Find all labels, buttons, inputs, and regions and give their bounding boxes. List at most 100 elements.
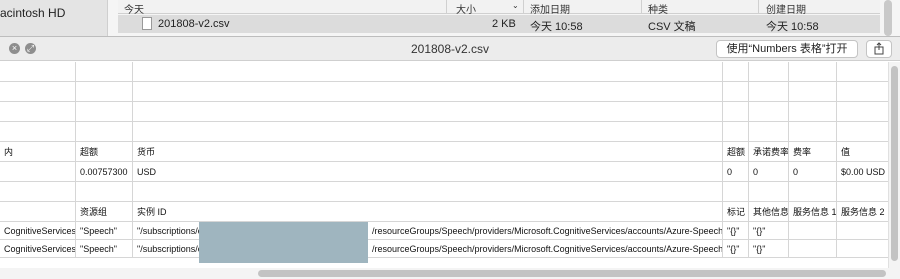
- table-cell[interactable]: [132, 82, 722, 101]
- table-cell[interactable]: 资源组: [75, 202, 132, 221]
- finder-scrollbar[interactable]: [884, 0, 892, 36]
- table-cell[interactable]: [748, 62, 788, 81]
- table-cell[interactable]: [132, 122, 722, 141]
- table-cell[interactable]: 实例 ID: [132, 202, 722, 221]
- table-cell[interactable]: [836, 122, 888, 141]
- table-cell[interactable]: [0, 82, 75, 101]
- table-cell[interactable]: 0: [788, 162, 836, 181]
- table-cell[interactable]: [788, 222, 836, 239]
- vertical-scrollbar[interactable]: [888, 62, 900, 272]
- redaction-box: [199, 222, 368, 263]
- table-cell[interactable]: [836, 82, 888, 101]
- table-cell[interactable]: 0: [722, 162, 748, 181]
- column-name[interactable]: 今天: [124, 1, 144, 16]
- table-cell[interactable]: CognitiveServices": [0, 222, 75, 239]
- table-cell[interactable]: [75, 102, 132, 121]
- table-cell[interactable]: [75, 82, 132, 101]
- table-cell[interactable]: [0, 122, 75, 141]
- table-cell[interactable]: [0, 182, 75, 201]
- table-cell[interactable]: [748, 122, 788, 141]
- table-cell[interactable]: 值: [836, 142, 888, 161]
- table-cell[interactable]: [0, 62, 75, 81]
- table-cell[interactable]: [0, 162, 75, 181]
- table-cell[interactable]: 服务信息 2: [836, 202, 888, 221]
- table-cell[interactable]: [836, 240, 888, 257]
- table-row: 资源组 实例 ID 标记 其他信息 服务信息 1 服务信息 2: [0, 202, 888, 222]
- table-cell[interactable]: "{}": [722, 222, 748, 239]
- table-cell[interactable]: "Speech": [75, 222, 132, 239]
- table-cell[interactable]: 超额: [75, 142, 132, 161]
- table-cell[interactable]: [836, 62, 888, 81]
- table-cell[interactable]: 超额: [722, 142, 748, 161]
- table-row: [0, 62, 888, 82]
- table-cell[interactable]: "{}": [722, 240, 748, 257]
- table-cell[interactable]: 费率: [788, 142, 836, 161]
- table-cell[interactable]: [75, 62, 132, 81]
- table-cell[interactable]: [788, 82, 836, 101]
- table-cell[interactable]: 0.00757300: [75, 162, 132, 181]
- table-cell[interactable]: [722, 82, 748, 101]
- csv-spreadsheet: 内超额 货币 超额 承诺费率 费率值 0.00757300 USD 0 0 0 $0.00 USD 资…: [0, 62, 888, 272]
- sidebar-item-disk[interactable]: acintosh HD: [0, 6, 65, 20]
- table-cell[interactable]: [75, 122, 132, 141]
- table-cell[interactable]: [788, 102, 836, 121]
- table-cell[interactable]: [132, 182, 722, 201]
- table-cell[interactable]: [132, 62, 722, 81]
- column-kind[interactable]: 种类: [648, 1, 668, 16]
- table-cell[interactable]: [836, 182, 888, 201]
- table-cell[interactable]: 0: [748, 162, 788, 181]
- open-with-numbers-button[interactable]: 使用“Numbers 表格”打开: [716, 40, 858, 58]
- table-cell[interactable]: 承诺费率: [748, 142, 788, 161]
- table-cell[interactable]: [748, 102, 788, 121]
- table-cell[interactable]: [788, 182, 836, 201]
- table-cell[interactable]: [722, 62, 748, 81]
- quicklook-titlebar: × ⤢ 201808-v2.csv 使用“Numbers 表格”打开: [0, 37, 900, 61]
- table-cell[interactable]: "{}": [748, 222, 788, 239]
- table-cell[interactable]: [75, 182, 132, 201]
- table-cell[interactable]: 其他信息: [748, 202, 788, 221]
- table-cell[interactable]: [0, 202, 75, 221]
- table-cell[interactable]: [836, 102, 888, 121]
- table-cell[interactable]: USD: [132, 162, 722, 181]
- scrollbar-thumb[interactable]: [891, 66, 898, 261]
- scrollbar-thumb[interactable]: [258, 270, 886, 277]
- table-cell[interactable]: [722, 122, 748, 141]
- table-cell[interactable]: [788, 240, 836, 257]
- table-row: 内超额 货币 超额 承诺费率 费率值: [0, 142, 888, 162]
- share-icon: [874, 42, 884, 55]
- table-cell[interactable]: [748, 182, 788, 201]
- chevron-down-icon[interactable]: ⌄: [512, 1, 519, 10]
- table-cell[interactable]: [132, 102, 722, 121]
- table-cell[interactable]: [722, 102, 748, 121]
- share-button[interactable]: [866, 40, 892, 58]
- table-cell[interactable]: 标记: [722, 202, 748, 221]
- table-cell[interactable]: [836, 222, 888, 239]
- screen: acintosh HD 今天 大小 ⌄ 添加日期 种类 创建日期 201808-…: [0, 0, 900, 279]
- horizontal-scrollbar[interactable]: [0, 268, 900, 279]
- document-icon: [142, 17, 152, 30]
- column-created[interactable]: 创建日期: [766, 1, 806, 16]
- table-cell[interactable]: [788, 62, 836, 81]
- table-cell[interactable]: /resourceGroups/Speech/providers/Microso…: [367, 240, 722, 257]
- table-cell[interactable]: 货币: [132, 142, 722, 161]
- table-cell[interactable]: /resourceGroups/Speech/providers/Microso…: [367, 222, 722, 239]
- table-cell[interactable]: CognitiveServices": [0, 240, 75, 257]
- column-divider: [446, 0, 447, 14]
- table-cell[interactable]: $0.00 USD: [836, 162, 888, 181]
- finder-sidebar: acintosh HD: [0, 0, 108, 40]
- column-size[interactable]: 大小: [456, 1, 476, 16]
- file-size: 2 KB: [492, 18, 516, 30]
- table-row: [0, 182, 888, 202]
- finder-column-header: 今天 大小 ⌄ 添加日期 种类 创建日期: [118, 0, 880, 16]
- table-cell[interactable]: [0, 102, 75, 121]
- finder-file-row[interactable]: 201808-v2.csv 2 KB 今天 10:58 CSV 文稿 今天 10…: [118, 15, 880, 33]
- table-cell[interactable]: [722, 182, 748, 201]
- table-cell[interactable]: 内: [0, 142, 75, 161]
- table-cell[interactable]: [788, 122, 836, 141]
- finder-window: acintosh HD 今天 大小 ⌄ 添加日期 种类 创建日期 201808-…: [0, 0, 900, 40]
- table-cell[interactable]: [748, 82, 788, 101]
- column-added[interactable]: 添加日期: [530, 1, 570, 16]
- table-cell[interactable]: 服务信息 1: [788, 202, 836, 221]
- table-cell[interactable]: "{}": [748, 240, 788, 257]
- table-cell[interactable]: "Speech": [75, 240, 132, 257]
